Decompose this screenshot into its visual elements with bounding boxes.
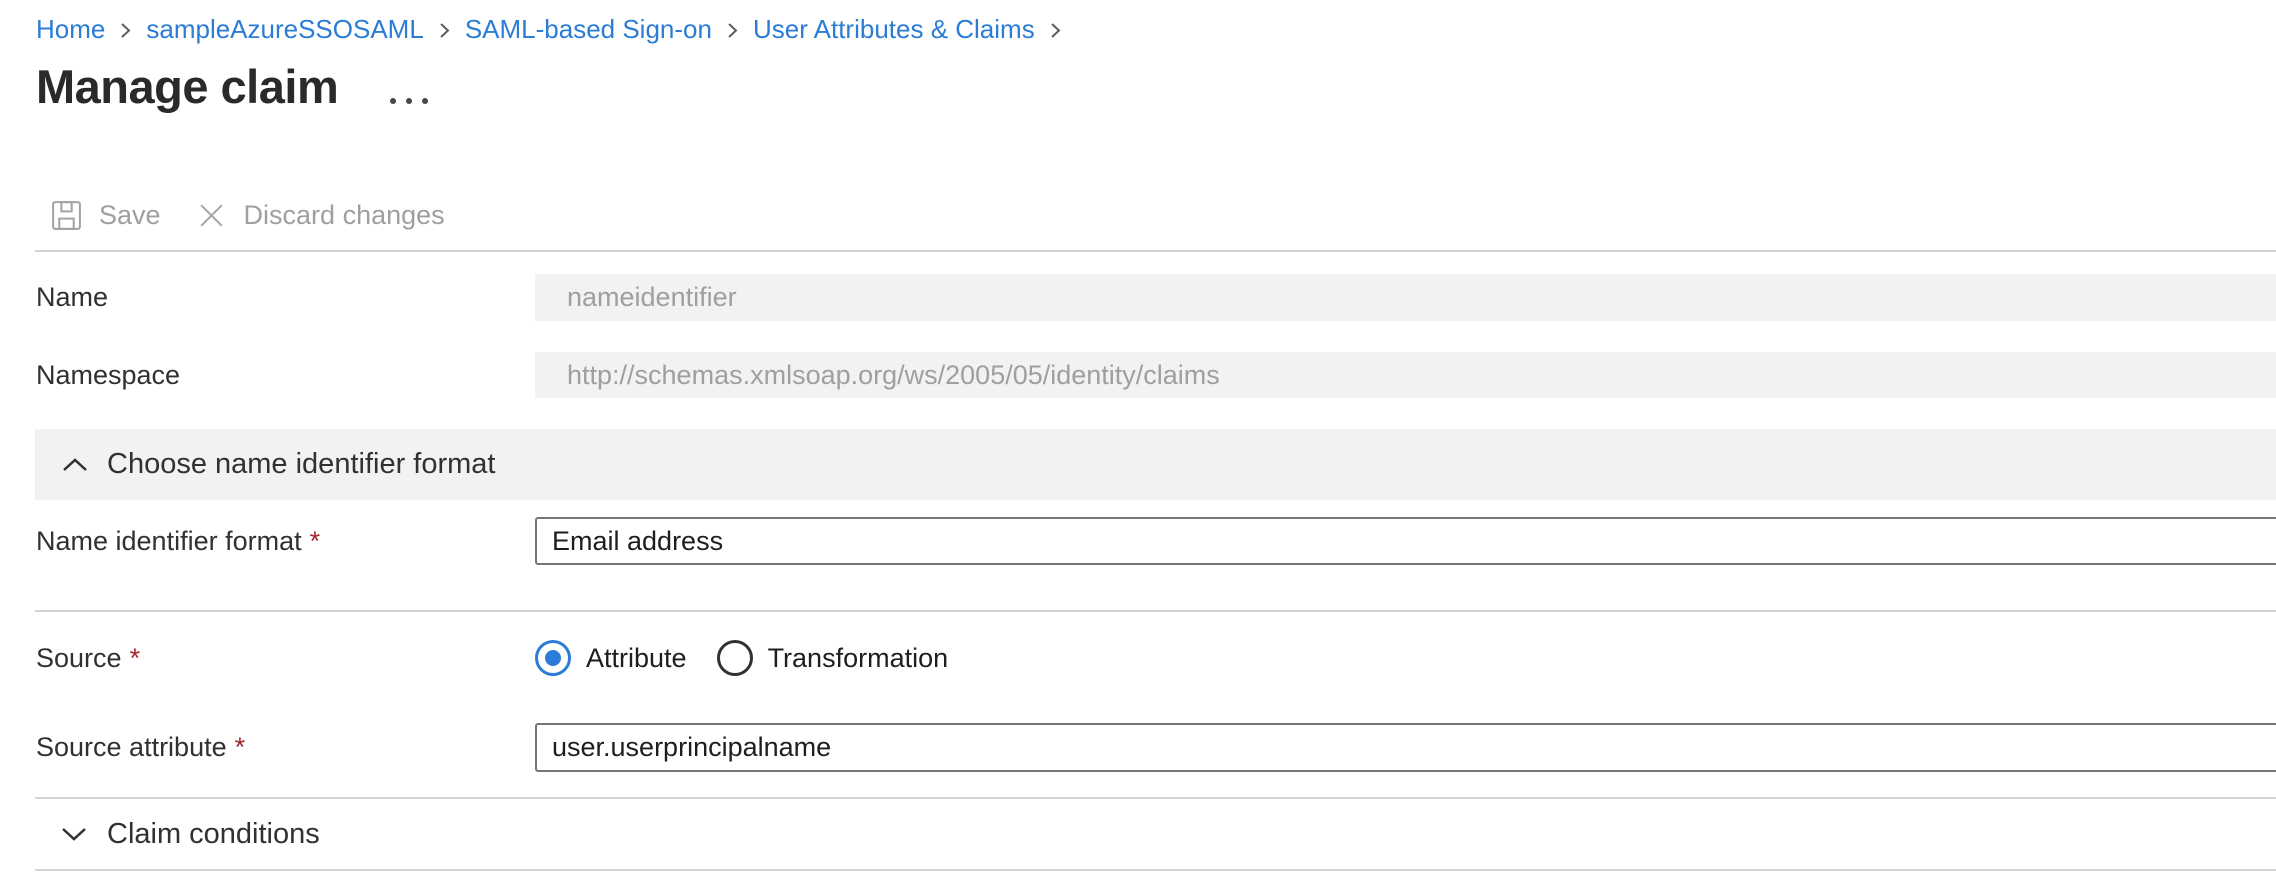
radio-transformation[interactable]: Transformation (717, 640, 949, 676)
section-choose-name-identifier-format[interactable]: Choose name identifier format (35, 429, 2276, 500)
page-title: Manage claim (36, 58, 338, 116)
chevron-right-icon (437, 20, 452, 41)
radio-attribute-label: Attribute (586, 643, 687, 674)
source-attribute-row: Source attribute* (0, 723, 2276, 772)
name-input[interactable] (535, 274, 2276, 321)
source-section-divider (35, 610, 2276, 612)
chevron-down-icon (61, 826, 87, 842)
breadcrumb-item-home[interactable]: Home (36, 14, 105, 45)
save-button[interactable]: Save (50, 199, 161, 232)
name-identifier-format-row: Name identifier format* (0, 517, 2276, 565)
namespace-label: Namespace (36, 360, 535, 391)
name-field-row: Name (0, 274, 2276, 321)
source-row: Source* Attribute Transformation (0, 638, 2276, 678)
save-icon (50, 199, 83, 232)
name-identifier-format-dropdown[interactable] (535, 517, 2276, 565)
x-icon (195, 199, 228, 232)
discard-changes-button[interactable]: Discard changes (195, 199, 445, 232)
breadcrumb-item-user-attributes[interactable]: User Attributes & Claims (753, 14, 1035, 45)
page-header: Manage claim (36, 58, 2276, 116)
source-attribute-dropdown[interactable] (535, 723, 2276, 772)
source-label: Source* (36, 643, 535, 674)
source-radio-group: Attribute Transformation (535, 640, 948, 676)
breadcrumb-item-app[interactable]: sampleAzureSSOSAML (146, 14, 423, 45)
toolbar-divider (35, 250, 2276, 252)
claim-conditions-bottom-divider (35, 869, 2276, 871)
chevron-up-icon (62, 457, 88, 473)
namespace-field-row: Namespace (0, 352, 2276, 398)
radio-transformation-label: Transformation (768, 643, 949, 674)
radio-circle-unselected (717, 640, 753, 676)
save-button-label: Save (99, 200, 161, 231)
breadcrumb-item-saml-signon[interactable]: SAML-based Sign-on (465, 14, 712, 45)
required-asterisk: * (130, 643, 141, 673)
radio-attribute[interactable]: Attribute (535, 640, 687, 676)
chevron-right-icon (118, 20, 133, 41)
command-bar: Save Discard changes (50, 198, 2276, 232)
section-title: Claim conditions (107, 818, 320, 851)
breadcrumb: Home sampleAzureSSOSAML SAML-based Sign-… (36, 13, 2276, 45)
chevron-right-icon (725, 20, 740, 41)
source-attribute-label: Source attribute* (36, 732, 535, 763)
namespace-input[interactable] (535, 352, 2276, 398)
section-title: Choose name identifier format (107, 448, 495, 481)
name-label: Name (36, 282, 535, 313)
section-claim-conditions[interactable]: Claim conditions (35, 799, 2276, 869)
required-asterisk: * (235, 732, 246, 762)
discard-button-label: Discard changes (244, 200, 445, 231)
ellipsis-icon (388, 96, 430, 106)
required-asterisk: * (310, 526, 321, 556)
chevron-right-icon (1048, 20, 1063, 41)
radio-circle-selected (535, 640, 571, 676)
name-identifier-format-label: Name identifier format* (36, 526, 535, 557)
more-options-button[interactable] (388, 96, 430, 106)
